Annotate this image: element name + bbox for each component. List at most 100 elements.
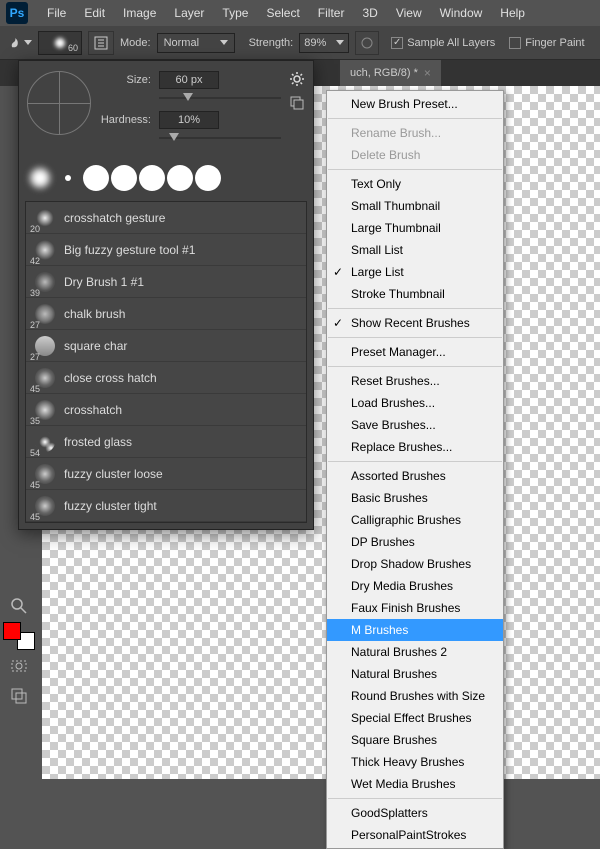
menu-item[interactable]: Load Brushes... <box>327 392 503 414</box>
menu-item[interactable]: Special Effect Brushes <box>327 707 503 729</box>
menu-edit[interactable]: Edit <box>75 6 114 20</box>
menu-item: Delete Brush <box>327 144 503 166</box>
menu-item[interactable]: Replace Brushes... <box>327 436 503 458</box>
menu-item[interactable]: ✓Large List <box>327 261 503 283</box>
options-bar: 60 Mode: Normal Strength: 89% ✓Sample Al… <box>0 26 600 60</box>
recent-brush[interactable] <box>139 165 165 191</box>
color-swatches[interactable] <box>3 622 35 650</box>
brush-list-item[interactable]: 45close cross hatch <box>26 362 306 394</box>
quickmask-icon[interactable] <box>3 652 35 680</box>
brush-list-item[interactable]: 39Dry Brush 1 #1 <box>26 266 306 298</box>
menu-item[interactable]: Basic Brushes <box>327 487 503 509</box>
menu-item[interactable]: Drop Shadow Brushes <box>327 553 503 575</box>
menu-file[interactable]: File <box>38 6 75 20</box>
menu-item[interactable]: Stroke Thumbnail <box>327 283 503 305</box>
gear-icon[interactable] <box>289 71 305 87</box>
size-slider[interactable] <box>159 93 281 103</box>
menu-item[interactable]: Save Brushes... <box>327 414 503 436</box>
brush-list-item[interactable]: 45fuzzy cluster tight <box>26 490 306 522</box>
menu-item[interactable]: Small List <box>327 239 503 261</box>
zoom-tool-icon[interactable] <box>3 592 35 620</box>
mode-combo[interactable]: Normal <box>157 33 235 53</box>
menu-item[interactable]: Preset Manager... <box>327 341 503 363</box>
separator <box>328 798 502 799</box>
brush-list-item[interactable]: 27square char <box>26 330 306 362</box>
menu-item[interactable]: Large Thumbnail <box>327 217 503 239</box>
brush-list-item[interactable]: 20crosshatch gesture <box>26 202 306 234</box>
brush-list-item[interactable]: 54frosted glass <box>26 426 306 458</box>
separator <box>328 337 502 338</box>
menu-item[interactable]: Round Brushes with Size <box>327 685 503 707</box>
menu-item[interactable]: Dry Media Brushes <box>327 575 503 597</box>
menu-item[interactable]: Text Only <box>327 173 503 195</box>
hardness-label: Hardness: <box>99 114 151 126</box>
left-dock <box>0 586 38 712</box>
menu-layer[interactable]: Layer <box>165 6 213 20</box>
sample-all-layers-checkbox[interactable]: ✓Sample All Layers <box>391 37 495 49</box>
menu-item[interactable]: Natural Brushes <box>327 663 503 685</box>
brush-preset-panel: Size: 60 px Hardness: 10% 20crossh <box>18 60 314 530</box>
brush-panel-toggle-icon[interactable] <box>88 31 114 55</box>
menu-filter[interactable]: Filter <box>309 6 354 20</box>
menu-item[interactable]: Wet Media Brushes <box>327 773 503 795</box>
recent-brushes <box>19 161 313 195</box>
menu-view[interactable]: View <box>387 6 431 20</box>
smudge-tool-icon[interactable] <box>8 31 32 55</box>
recent-brush[interactable] <box>111 165 137 191</box>
separator <box>328 118 502 119</box>
strength-label: Strength: <box>249 37 294 49</box>
menu-select[interactable]: Select <box>257 6 308 20</box>
menu-item[interactable]: Small Thumbnail <box>327 195 503 217</box>
hardness-slider[interactable] <box>159 133 281 143</box>
menu-item[interactable]: Reset Brushes... <box>327 370 503 392</box>
menu-image[interactable]: Image <box>114 6 165 20</box>
menu-window[interactable]: Window <box>431 6 492 20</box>
new-preset-icon[interactable] <box>289 95 305 114</box>
tablet-pressure-icon[interactable] <box>355 31 379 55</box>
recent-brush[interactable] <box>83 165 109 191</box>
menu-item[interactable]: Calligraphic Brushes <box>327 509 503 531</box>
brush-list[interactable]: 20crosshatch gesture42Big fuzzy gesture … <box>25 201 307 523</box>
brush-list-item[interactable]: 45fuzzy cluster loose <box>26 458 306 490</box>
menu-item[interactable]: Square Brushes <box>327 729 503 751</box>
menu-item[interactable]: M Brushes <box>327 619 503 641</box>
menu-item[interactable]: DP Brushes <box>327 531 503 553</box>
recent-brush[interactable] <box>195 165 221 191</box>
menu-item[interactable]: New Brush Preset... <box>327 93 503 115</box>
separator <box>328 169 502 170</box>
menu-item[interactable]: ✓Show Recent Brushes <box>327 312 503 334</box>
finger-painting-checkbox[interactable]: Finger Paint <box>509 37 584 49</box>
app-logo: Ps <box>6 2 28 24</box>
menu-3d[interactable]: 3D <box>353 6 386 20</box>
brush-list-item[interactable]: 35crosshatch <box>26 394 306 426</box>
hardness-input[interactable]: 10% <box>159 111 219 129</box>
menu-item[interactable]: PersonalPaintStrokes <box>327 824 503 846</box>
menu-item[interactable]: Assorted Brushes <box>327 465 503 487</box>
size-input[interactable]: 60 px <box>159 71 219 89</box>
menu-item: Rename Brush... <box>327 122 503 144</box>
menu-item[interactable]: Faux Finish Brushes <box>327 597 503 619</box>
menubar: Ps FileEditImageLayerTypeSelectFilter3DV… <box>0 0 600 26</box>
strength-input[interactable]: 89% <box>299 33 349 53</box>
brush-list-item[interactable]: 27chalk brush <box>26 298 306 330</box>
brush-angle-control[interactable] <box>27 71 91 135</box>
screenmode-icon[interactable] <box>3 682 35 710</box>
separator <box>328 366 502 367</box>
menu-item[interactable]: Natural Brushes 2 <box>327 641 503 663</box>
menu-help[interactable]: Help <box>491 6 534 20</box>
brush-preset-picker[interactable]: 60 <box>38 31 82 55</box>
separator <box>328 461 502 462</box>
recent-brush[interactable] <box>65 175 71 181</box>
mode-label: Mode: <box>120 37 151 49</box>
recent-brush[interactable] <box>167 165 193 191</box>
menu-items: FileEditImageLayerTypeSelectFilter3DView… <box>38 6 534 20</box>
document-tab[interactable]: uch, RGB/8) * × <box>340 60 441 86</box>
brush-flyout-menu: New Brush Preset... Rename Brush...Delete… <box>326 90 504 849</box>
recent-brush[interactable] <box>27 165 53 191</box>
menu-item[interactable]: GoodSplatters <box>327 802 503 824</box>
foreground-swatch[interactable] <box>3 622 21 640</box>
close-icon[interactable]: × <box>424 66 431 80</box>
menu-type[interactable]: Type <box>213 6 257 20</box>
menu-item[interactable]: Thick Heavy Brushes <box>327 751 503 773</box>
brush-list-item[interactable]: 42Big fuzzy gesture tool #1 <box>26 234 306 266</box>
